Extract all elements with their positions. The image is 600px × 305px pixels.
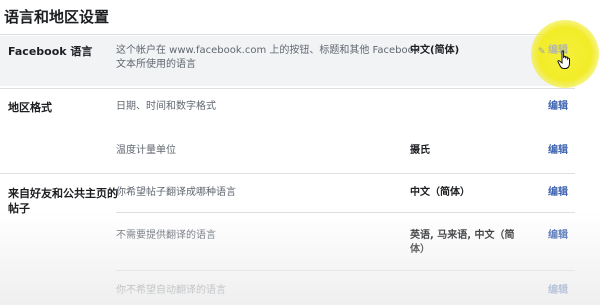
date-time-number-format-edit-link[interactable]: 编辑 xyxy=(548,100,568,114)
pencil-icon: ✎ xyxy=(538,47,546,57)
facebook-language-value: 中文(简体) xyxy=(410,45,460,56)
temperature-unit-description: 温度计量单位 xyxy=(116,145,176,156)
posts-translation-label: 来自好友和公共主页的 帖子 xyxy=(8,187,118,215)
no-auto-translate-edit-link[interactable]: 编辑 xyxy=(548,284,568,298)
temperature-unit-value: 摄氏 xyxy=(410,145,430,156)
region-format-label: 地区格式 xyxy=(8,101,52,114)
divider xyxy=(0,173,575,174)
no-translation-languages-value: 英语, 马来语, 中文（简 体） xyxy=(410,230,515,255)
translate-posts-to-description: 你希望帖子翻译成哪种语言 xyxy=(116,187,236,198)
date-time-number-format-description: 日期、时间和数字格式 xyxy=(116,101,216,112)
facebook-language-label: Facebook 语言 xyxy=(8,45,93,58)
divider xyxy=(116,270,575,271)
no-translation-languages-description: 不需要提供翻译的语言 xyxy=(116,230,216,241)
facebook-language-description: 这个帐户在 www.facebook.com 上的按钮、标题和其他 Facebo… xyxy=(116,45,420,70)
no-auto-translate-description: 你不希望自动翻译的语言 xyxy=(116,285,226,296)
divider xyxy=(0,34,575,35)
bottom-shadow-overlay xyxy=(0,212,600,305)
divider xyxy=(116,212,575,213)
temperature-unit-edit-link[interactable]: 编辑 xyxy=(548,144,568,158)
translate-posts-to-edit-link[interactable]: 编辑 xyxy=(548,186,568,200)
page-title: 语言和地区设置 xyxy=(4,8,110,26)
hand-cursor-icon xyxy=(557,50,570,69)
translate-posts-to-value: 中文（简体） xyxy=(410,187,470,198)
no-translation-languages-edit-link[interactable]: 编辑 xyxy=(548,229,568,243)
divider xyxy=(0,88,575,89)
